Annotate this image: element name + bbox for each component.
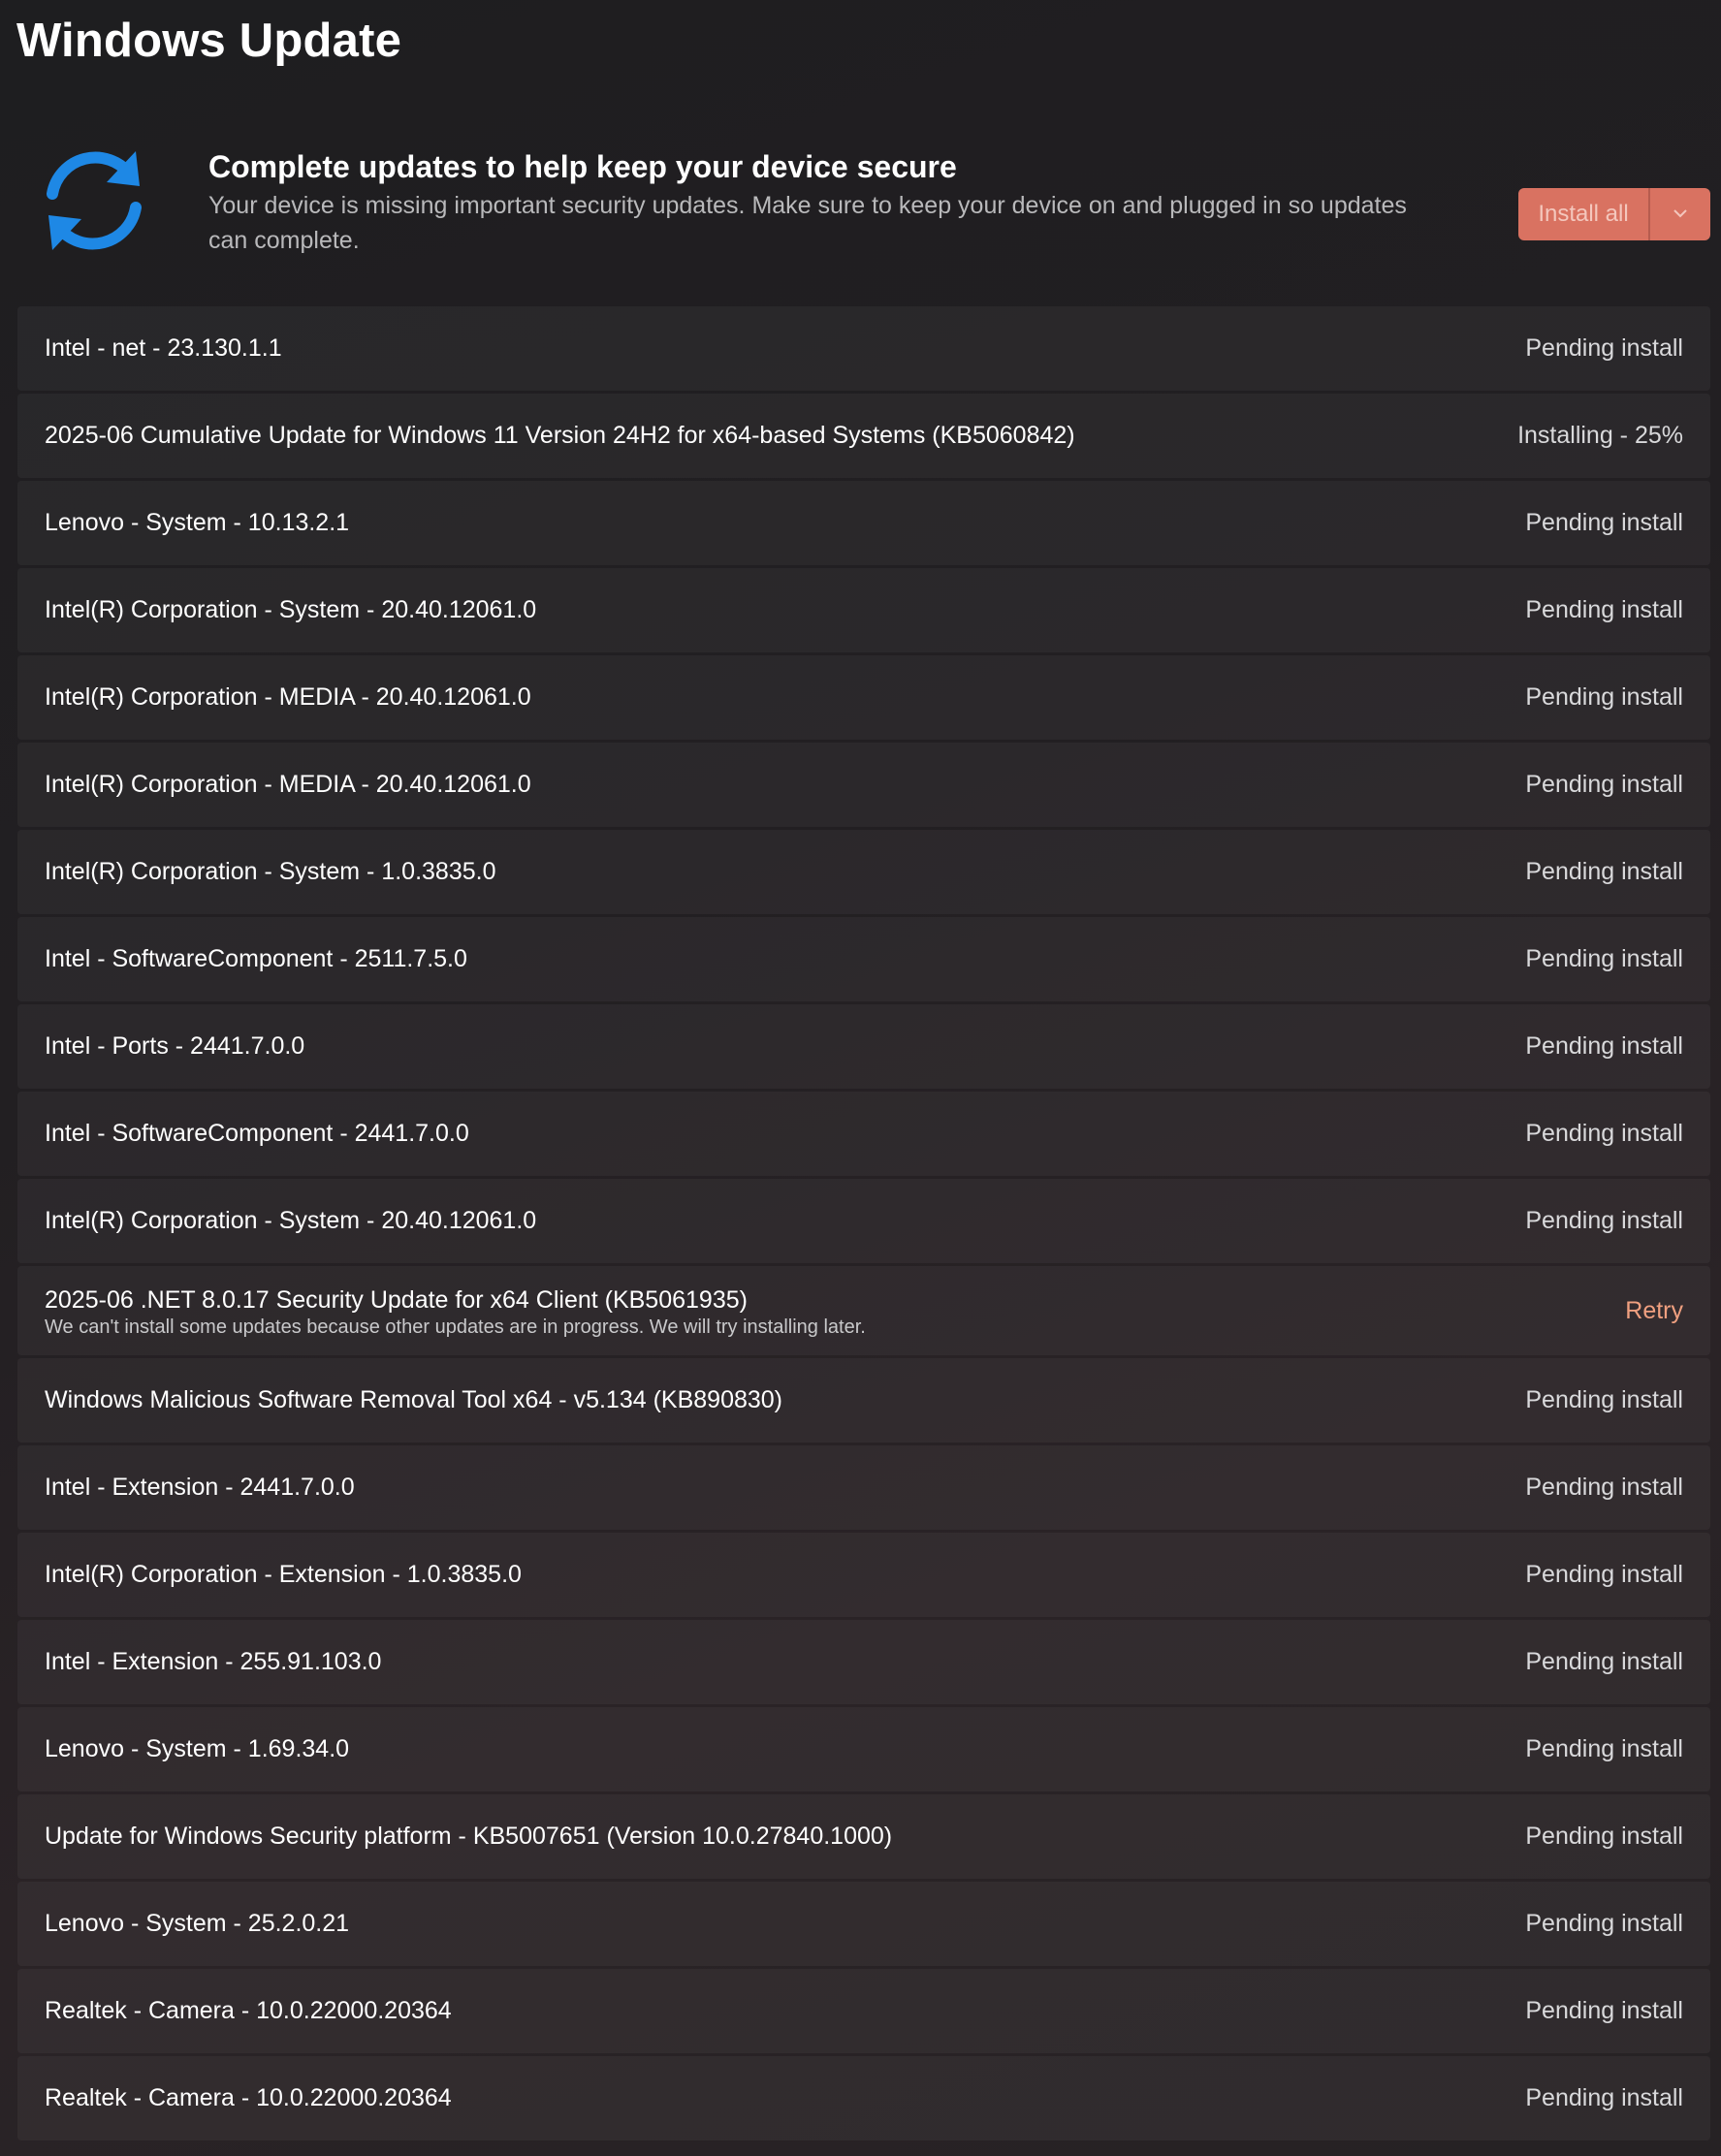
update-name: Windows Malicious Software Removal Tool …	[45, 1386, 783, 1413]
update-name: Intel(R) Corporation - Extension - 1.0.3…	[45, 1561, 522, 1588]
update-status: Pending install	[1525, 2084, 1683, 2111]
update-row: Intel - SoftwareComponent - 2511.7.5.0 Pe…	[17, 917, 1710, 1001]
update-row: Realtek - Camera - 10.0.22000.20364 Pendi…	[17, 2056, 1710, 2140]
update-status: Installing - 25%	[1517, 422, 1683, 449]
update-status: Pending install	[1525, 1997, 1683, 2024]
update-status: Pending install	[1525, 858, 1683, 885]
update-status: Pending install	[1525, 771, 1683, 798]
update-name: Realtek - Camera - 10.0.22000.20364	[45, 1997, 452, 2024]
update-name: Intel(R) Corporation - System - 20.40.12…	[45, 596, 537, 623]
update-row: 2025-06 .NET 8.0.17 Security Update for …	[17, 1266, 1710, 1355]
update-row: 2025-06 Cumulative Update for Windows 11…	[17, 394, 1710, 478]
update-status: Pending install	[1525, 945, 1683, 972]
update-row: Intel(R) Corporation - System - 20.40.12…	[17, 568, 1710, 652]
update-row: Intel(R) Corporation - System - 20.40.12…	[17, 1179, 1710, 1263]
update-row: Lenovo - System - 10.13.2.1 Pending insta…	[17, 481, 1710, 565]
update-status: Pending install	[1525, 1207, 1683, 1234]
banner-title: Complete updates to help keep your devic…	[208, 149, 957, 184]
update-name: Intel - Ports - 2441.7.0.0	[45, 1032, 305, 1060]
update-row: Intel - Extension - 255.91.103.0 Pending …	[17, 1620, 1710, 1704]
update-name: Realtek - Camera - 10.0.22000.20364	[45, 2084, 452, 2111]
install-all-button[interactable]: Install all	[1518, 188, 1650, 240]
page-title: Windows Update	[16, 15, 402, 67]
update-name: Intel - net - 23.130.1.1	[45, 334, 282, 362]
update-row: Windows Malicious Software Removal Tool …	[17, 1358, 1710, 1443]
update-status-banner: Complete updates to help keep your devic…	[0, 116, 1721, 291]
retry-link[interactable]: Retry	[1625, 1266, 1683, 1355]
update-status: Pending install	[1525, 596, 1683, 623]
update-row: Intel - Ports - 2441.7.0.0 Pending instal…	[17, 1004, 1710, 1089]
update-row: Intel - net - 23.130.1.1 Pending install	[17, 306, 1710, 391]
update-status: Pending install	[1525, 1823, 1683, 1850]
update-row: Lenovo - System - 25.2.0.21 Pending insta…	[17, 1882, 1710, 1966]
update-row: Update for Windows Security platform - K…	[17, 1794, 1710, 1879]
update-error-message: We can't install some updates because ot…	[45, 1316, 866, 1338]
update-status: Pending install	[1525, 1386, 1683, 1413]
update-row: Intel(R) Corporation - MEDIA - 20.40.120…	[17, 655, 1710, 740]
update-name: Intel(R) Corporation - System - 1.0.3835…	[45, 858, 496, 885]
update-status: Pending install	[1525, 1735, 1683, 1762]
update-row: Intel - Extension - 2441.7.0.0 Pending in…	[17, 1445, 1710, 1530]
chevron-down-icon	[1673, 206, 1688, 223]
update-name: Intel(R) Corporation - System - 20.40.12…	[45, 1207, 537, 1234]
update-row: Intel(R) Corporation - Extension - 1.0.3…	[17, 1533, 1710, 1617]
update-status: Pending install	[1525, 1120, 1683, 1147]
update-status: Pending install	[1525, 683, 1683, 711]
update-name: Update for Windows Security platform - K…	[45, 1823, 893, 1850]
update-status: Pending install	[1525, 1561, 1683, 1588]
update-name: Lenovo - System - 25.2.0.21	[45, 1910, 350, 1937]
update-name: Intel(R) Corporation - MEDIA - 20.40.120…	[45, 771, 531, 798]
update-name: Intel - Extension - 255.91.103.0	[45, 1648, 382, 1675]
update-status: Pending install	[1525, 1910, 1683, 1937]
update-row: Intel(R) Corporation - System - 1.0.3835…	[17, 830, 1710, 914]
update-status: Pending install	[1525, 509, 1683, 536]
update-name: Lenovo - System - 10.13.2.1	[45, 509, 350, 536]
update-name: Intel - SoftwareComponent - 2511.7.5.0	[45, 945, 467, 972]
update-name: Lenovo - System - 1.69.34.0	[45, 1735, 350, 1762]
sync-icon	[31, 138, 157, 264]
update-row: Intel(R) Corporation - MEDIA - 20.40.120…	[17, 743, 1710, 827]
update-status: Pending install	[1525, 1648, 1683, 1675]
update-name: Intel - SoftwareComponent - 2441.7.0.0	[45, 1120, 469, 1147]
update-row: Intel - SoftwareComponent - 2441.7.0.0 Pe…	[17, 1092, 1710, 1176]
update-status: Pending install	[1525, 1474, 1683, 1501]
update-name: 2025-06 .NET 8.0.17 Security Update for …	[45, 1286, 748, 1314]
update-name: Intel(R) Corporation - MEDIA - 20.40.120…	[45, 683, 531, 711]
install-all-split-button: Install all	[1518, 188, 1710, 240]
install-options-dropdown[interactable]	[1650, 188, 1710, 240]
update-row: Realtek - Camera - 10.0.22000.20364 Pendi…	[17, 1969, 1710, 2053]
update-status: Pending install	[1525, 334, 1683, 362]
update-name: 2025-06 Cumulative Update for Windows 11…	[45, 422, 1075, 449]
update-status: Pending install	[1525, 1032, 1683, 1060]
update-row: Lenovo - System - 1.69.34.0 Pending insta…	[17, 1707, 1710, 1791]
update-name: Intel - Extension - 2441.7.0.0	[45, 1474, 355, 1501]
banner-description: Your device is missing important securit…	[208, 192, 1407, 254]
update-list: Intel - net - 23.130.1.1 Pending install 2…	[17, 306, 1710, 2143]
